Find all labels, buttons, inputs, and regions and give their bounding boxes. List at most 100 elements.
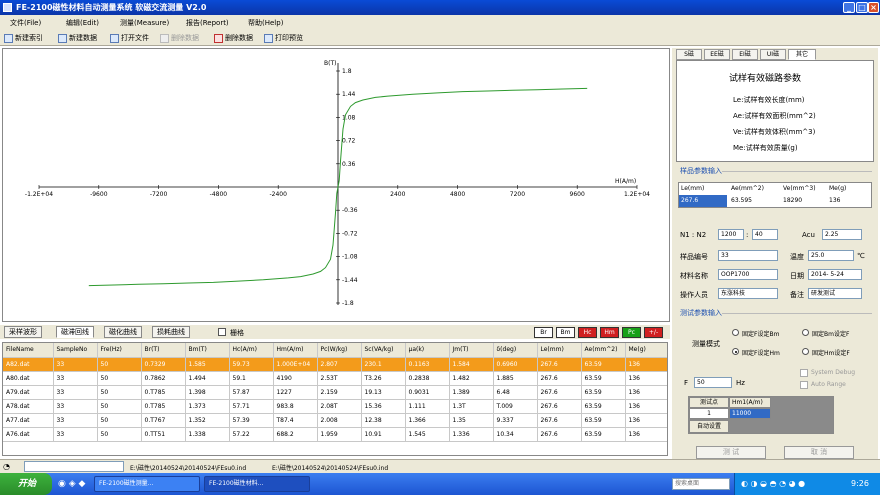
- table-cell: 57.39: [229, 413, 274, 428]
- desktop-search-input[interactable]: 搜索桌面: [672, 478, 730, 490]
- table-cell: A82.dat: [3, 357, 54, 372]
- column-header[interactable]: Fre(Hz): [97, 343, 142, 358]
- material-input[interactable]: OOP1700: [718, 269, 778, 280]
- print-preview-button[interactable]: 打印预览: [264, 33, 303, 44]
- x-tick-label: 2400: [390, 191, 405, 198]
- temp-input[interactable]: 25.0: [808, 250, 854, 261]
- column-header[interactable]: Le(mm): [537, 343, 582, 358]
- mode-radio-fixed-hm-f[interactable]: [802, 348, 809, 355]
- menu-help[interactable]: 帮助(Help): [248, 18, 283, 28]
- cancel-button[interactable]: 取 消: [784, 446, 854, 459]
- info-box: 试样有效磁路参数 Le:试样有效长度(mm) Ae:试样有效面积(mm^2) V…: [676, 60, 874, 162]
- mode-radio-fixed-f-hm[interactable]: [732, 348, 739, 355]
- menu-edit[interactable]: 编辑(Edit): [66, 18, 99, 28]
- table-cell: 1.111: [405, 399, 450, 414]
- table-cell: 50: [97, 413, 142, 428]
- points-hm-cell[interactable]: 11000: [729, 408, 771, 419]
- tab-other[interactable]: 其它: [788, 49, 816, 60]
- open-file-button[interactable]: 打开文件: [110, 33, 149, 44]
- grid-checkbox[interactable]: [218, 328, 226, 336]
- window-title: FE-2100磁性材料自动测量系统 软磁交流测量 V2.0: [16, 3, 207, 12]
- frequency-input[interactable]: 50: [694, 377, 732, 388]
- acu-label: Acu: [802, 231, 815, 239]
- table-row[interactable]: A82.dat 33 50 0.7329 1.585 59.73 1.000E+04 2.80…: [3, 357, 667, 372]
- mode-radio-fixed-bm-f[interactable]: [802, 329, 809, 336]
- start-button[interactable]: 开始: [0, 473, 52, 495]
- tab-loss-curve[interactable]: 损耗曲线: [152, 326, 190, 338]
- y-tick-label: -1.44: [342, 277, 358, 284]
- header-le: Le(mm): [681, 185, 705, 192]
- remark-input[interactable]: 研发测试: [808, 288, 862, 299]
- column-header[interactable]: Br(T): [141, 343, 186, 358]
- maximize-button[interactable]: □: [856, 2, 868, 13]
- column-header[interactable]: Sc(VA/kg): [361, 343, 406, 358]
- auto-range-checkbox[interactable]: [800, 381, 808, 389]
- table-row[interactable]: A77.dat 33 50 0.T767 1.352 57.39 T87.4 2.008 12.…: [3, 413, 667, 428]
- task-item-2[interactable]: FE-2100磁性材料...: [204, 476, 310, 492]
- column-header[interactable]: FileName: [3, 343, 54, 358]
- table-cell: 267.6: [537, 427, 582, 442]
- tab-hysteresis-loop[interactable]: 磁滞回线: [56, 326, 94, 338]
- table-cell: 50: [97, 371, 142, 386]
- temp-label: 温度: [790, 253, 804, 261]
- auto-set-button[interactable]: 自动设置: [689, 420, 729, 433]
- quick-launch-icons[interactable]: ◉ ◈ ◆: [58, 479, 85, 489]
- new-data-button[interactable]: 新建数据: [58, 33, 97, 44]
- table-row[interactable]: A79.dat 33 50 0.T785 1.398 57.87 1227 2.159 19.1…: [3, 385, 667, 400]
- column-header[interactable]: Hc(A/m): [229, 343, 274, 358]
- table-row[interactable]: A76.dat 33 50 0.TT51 1.338 57.22 688.2 1.959 10.…: [3, 427, 667, 442]
- tab-magnetization-curve[interactable]: 磁化曲线: [104, 326, 142, 338]
- menu-report[interactable]: 报告(Report): [186, 18, 229, 28]
- column-header[interactable]: Jm(T): [449, 343, 494, 358]
- column-header[interactable]: Ae(mm^2): [581, 343, 626, 358]
- menu-file[interactable]: 文件(File): [10, 18, 41, 28]
- sample-ve-cell[interactable]: 18290: [783, 197, 802, 204]
- mode-radio-fixed-f-bm[interactable]: [732, 329, 739, 336]
- clock: 9:26: [851, 479, 869, 488]
- test-points-table: 测试点 Hm1(A/m) 1 11000 自动设置: [688, 396, 834, 434]
- n2-input[interactable]: 40: [752, 229, 778, 240]
- tab-ee-core[interactable]: EE磁: [704, 49, 730, 60]
- minimize-button[interactable]: _: [843, 2, 855, 13]
- column-header[interactable]: μa(k): [405, 343, 450, 358]
- tray-icons[interactable]: ◐ ◑ ◒ ◓ ◔ ◕ ●: [741, 479, 805, 488]
- column-header[interactable]: SampleNo: [53, 343, 98, 358]
- header-ve: Ve(mm^3): [783, 185, 816, 192]
- column-header[interactable]: Me(g): [625, 343, 667, 358]
- table-cell: 1.545: [405, 427, 450, 442]
- indicator-hm: Hm: [600, 327, 619, 338]
- tab-waveform[interactable]: 采样波形: [4, 326, 42, 338]
- delete-data-button-disabled[interactable]: 删除数据: [160, 33, 199, 44]
- acu-input[interactable]: 2.25: [822, 229, 862, 240]
- delete-data-button[interactable]: 删除数据: [214, 33, 253, 44]
- test-button[interactable]: 测 试: [696, 446, 766, 459]
- column-header[interactable]: δ(deg): [493, 343, 538, 358]
- tab-ui-core[interactable]: UI磁: [760, 49, 786, 60]
- table-cell: 4190: [273, 371, 318, 386]
- task-item-1[interactable]: FE-2100磁性测量...: [94, 476, 200, 492]
- close-button[interactable]: ×: [868, 2, 879, 13]
- sample-no-input[interactable]: 33: [718, 250, 778, 261]
- tab-ei-core[interactable]: EI磁: [732, 49, 758, 60]
- sample-me-cell[interactable]: 136: [829, 197, 840, 204]
- table-row[interactable]: A80.dat 33 50 0.7862 1.494 59.1 4190 2.53T T3.26…: [3, 371, 667, 386]
- column-header[interactable]: Hm(A/m): [273, 343, 318, 358]
- n1-input[interactable]: 1200: [718, 229, 744, 240]
- menu-measure[interactable]: 测量(Measure): [120, 18, 169, 28]
- operator-input[interactable]: 东涨科技: [718, 288, 778, 299]
- table-cell: 1.373: [185, 399, 230, 414]
- date-picker[interactable]: 2014- 5-24: [808, 269, 862, 280]
- sample-ae-cell[interactable]: 63.595: [731, 197, 752, 204]
- tab-s-core[interactable]: S磁: [676, 49, 702, 60]
- table-row[interactable]: A78.dat 33 50 0.T785 1.373 57.71 983.8 2.08T 15.…: [3, 399, 667, 414]
- new-index-button[interactable]: 新建索引: [4, 33, 43, 44]
- column-header[interactable]: Pc(W/kg): [317, 343, 362, 358]
- table-cell: T87.4: [273, 413, 318, 428]
- sample-le-cell[interactable]: 267.6: [679, 195, 727, 207]
- column-header[interactable]: Bm(T): [185, 343, 230, 358]
- table-cell: 136: [625, 427, 667, 442]
- points-index-cell[interactable]: 1: [689, 408, 729, 419]
- system-debug-checkbox[interactable]: [800, 369, 808, 377]
- date-label: 日期: [790, 272, 804, 280]
- system-tray: ◐ ◑ ◒ ◓ ◔ ◕ ● 9:26: [734, 473, 880, 495]
